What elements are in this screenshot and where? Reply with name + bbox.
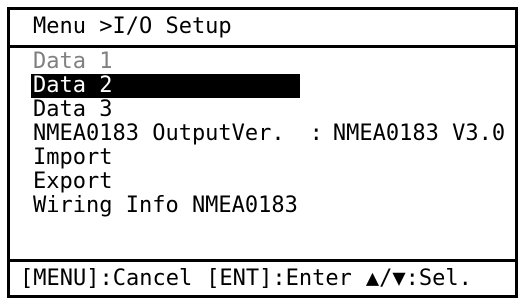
help-enter: [ENT]:Enter [206,266,352,291]
menu-item-wiring-info-nmea0183[interactable]: Wiring Info NMEA0183 [10,194,515,218]
menu-item-data-1[interactable]: Data 1 [10,50,515,74]
title-bar: Menu >I/O Setup [10,10,515,48]
key-help: [MENU]:Cancel [ENT]:Enter ▲/▼:Sel. [20,266,472,292]
menu-item-import[interactable]: Import [10,146,515,170]
menu-item-label: Import [33,145,113,170]
setting-separator: : [309,121,323,146]
help-cancel: [MENU]:Cancel [20,266,193,291]
menu-item-label: Data 1 [33,49,113,74]
menu-item-export[interactable]: Export [10,170,515,194]
menu-item-label: Wiring Info NMEA0183 [33,193,298,218]
menu-item-label: Data 2 [31,74,300,98]
help-select: ▲/▼:Sel. [365,266,472,291]
menu-item-data-3[interactable]: Data 3 [10,98,515,122]
page-title: Menu >I/O Setup [33,14,232,39]
menu-item-label: Export [33,169,113,194]
menu-list: Data 1 Data 2 Data 3 NMEA0183 OutputVer.… [10,50,515,218]
menu-item-label: Data 3 [33,97,113,122]
menu-item-nmea0183-output-ver[interactable]: NMEA0183 OutputVer.: NMEA0183 V3.0 [10,122,515,146]
help-bar: [MENU]:Cancel [ENT]:Enter ▲/▼:Sel. [10,259,515,295]
io-setup-menu-window: Menu >I/O Setup Data 1 Data 2 Data 3 NME… [7,7,518,298]
nmea0183-version-value: NMEA0183 V3.0 [332,121,506,146]
menu-item-label: NMEA0183 OutputVer. [33,121,285,146]
menu-item-data-2[interactable]: Data 2 [10,74,515,98]
